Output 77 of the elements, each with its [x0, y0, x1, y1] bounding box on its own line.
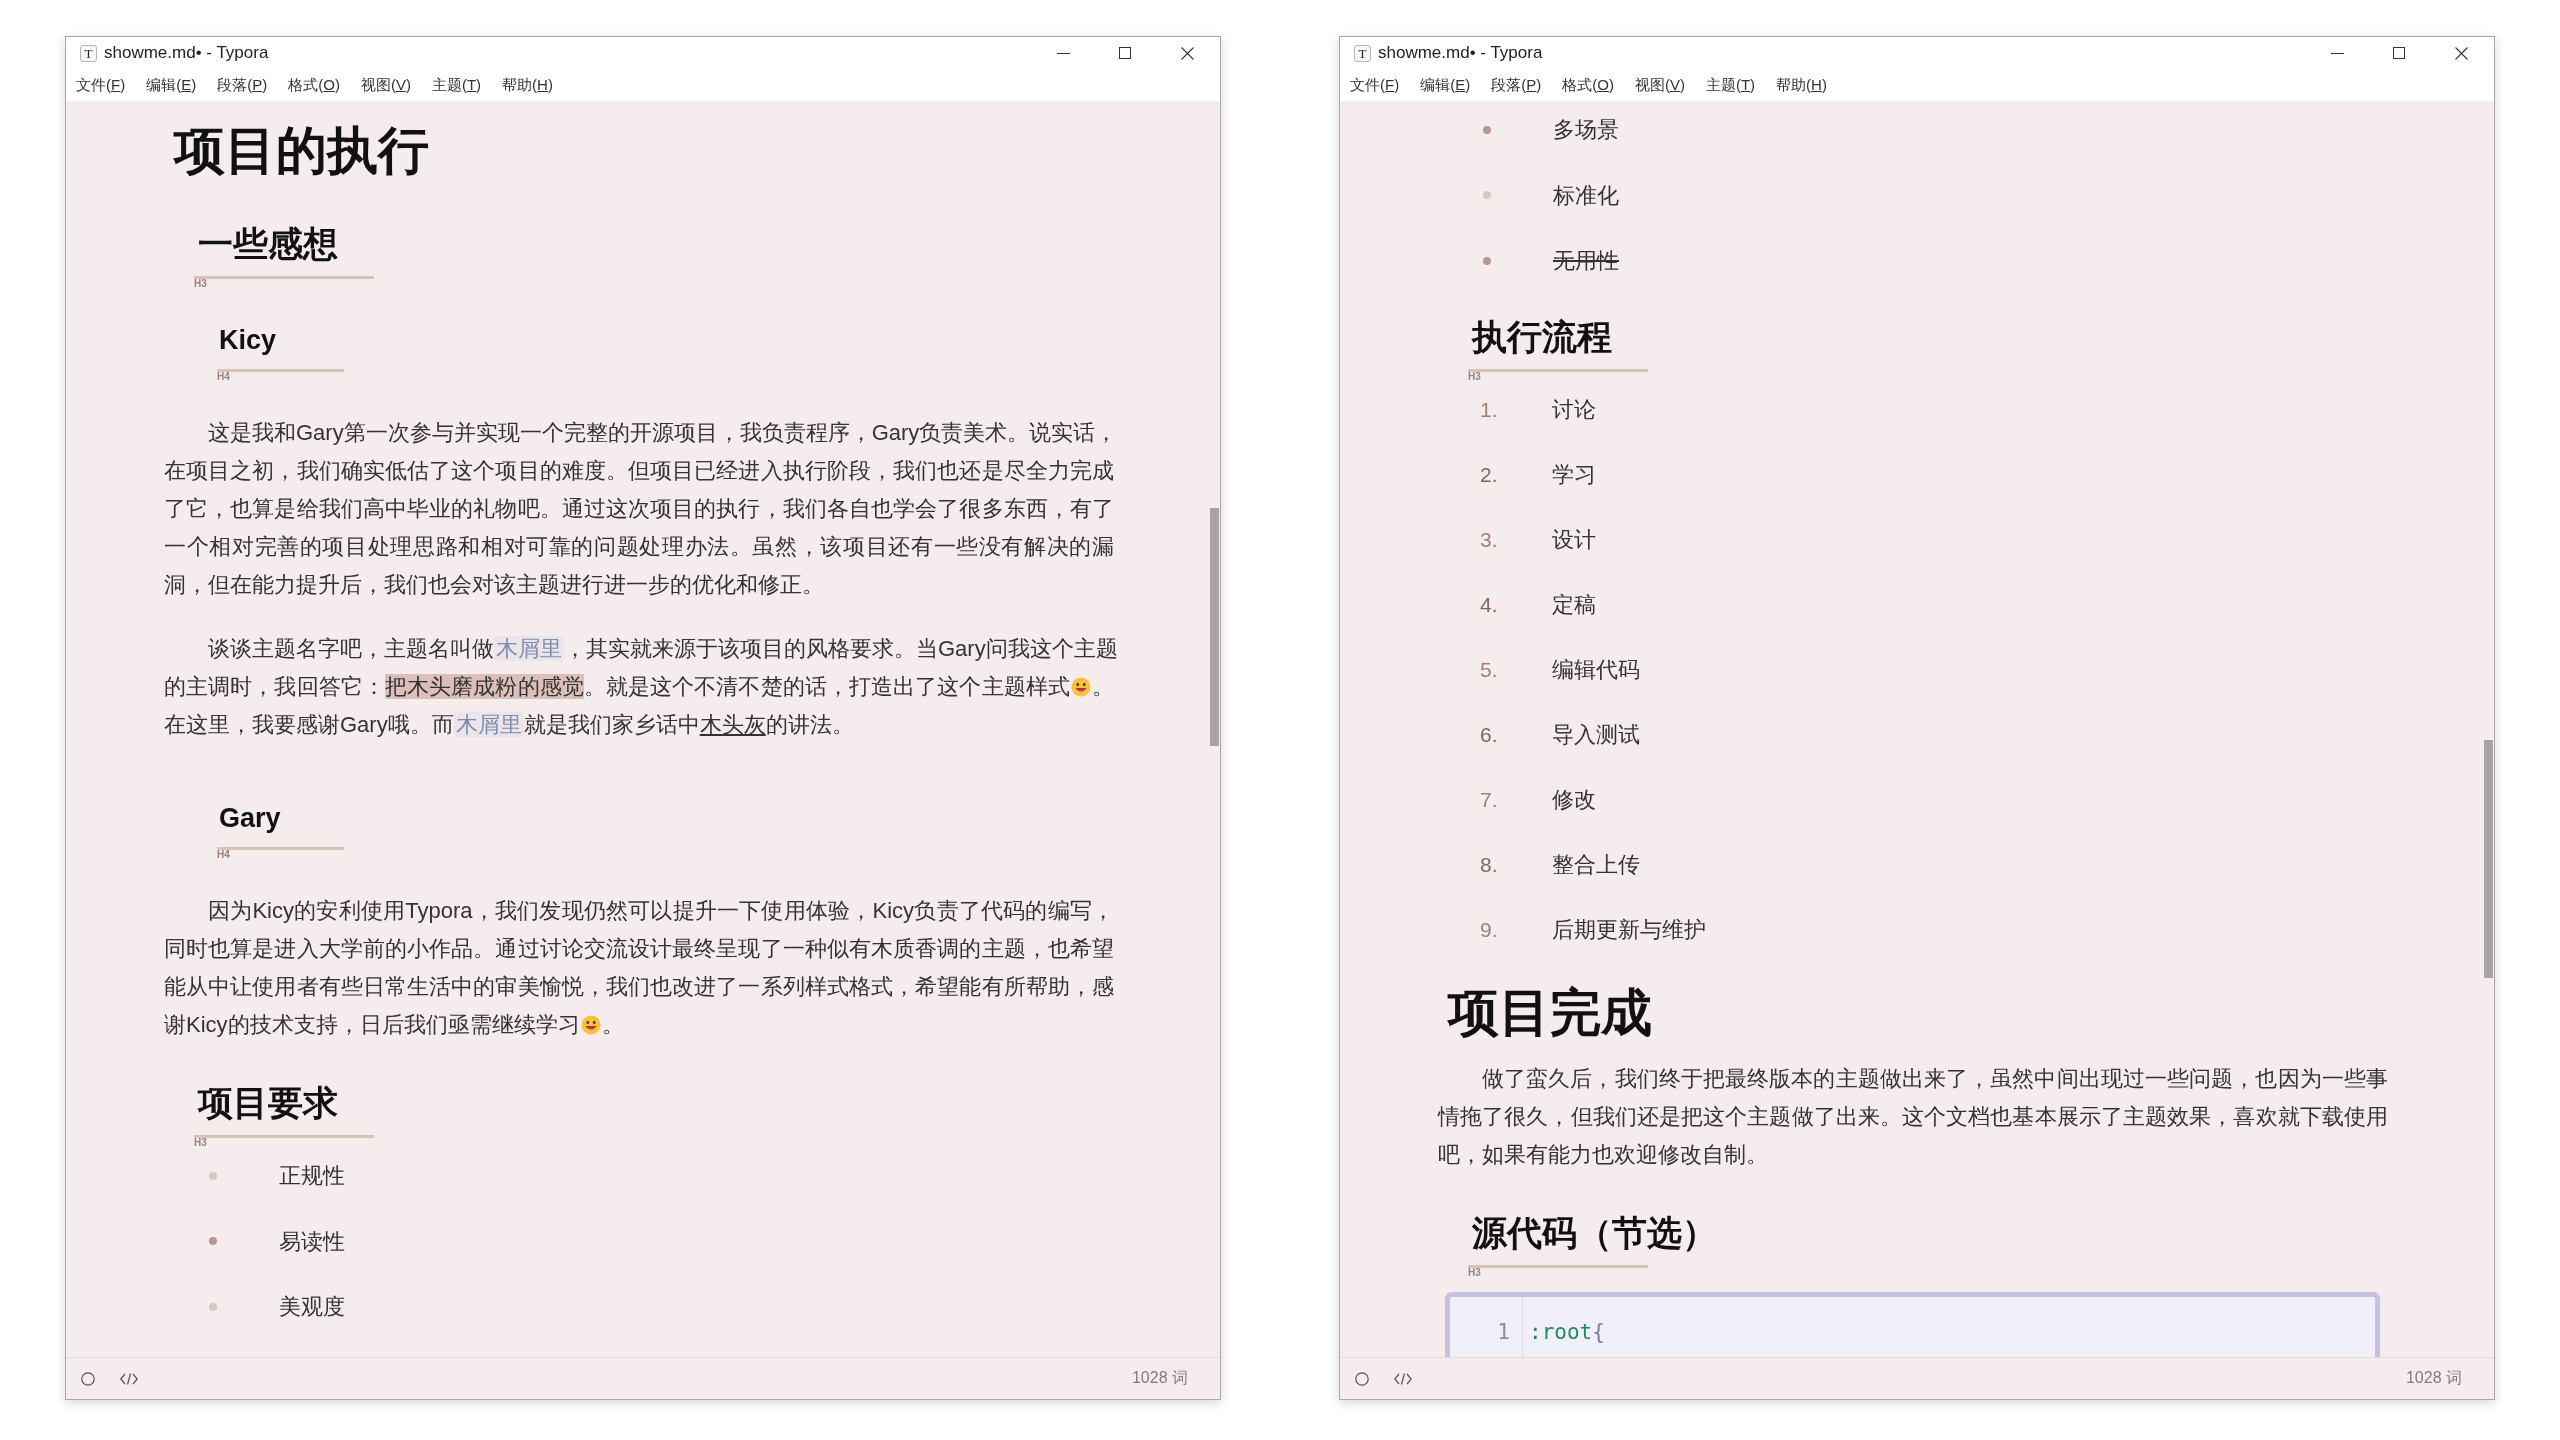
minimize-icon [1056, 52, 1070, 54]
list-item: 多场景 [1553, 116, 1619, 144]
menu-item[interactable]: 视图(V) [356, 74, 415, 96]
paragraph: 这是我和Gary第一次参与并实现一个完整的开源项目，我负责程序，Gary负责美术。说实话， 在项目之初，我们确实低估了这个项目的难度。但项目已经进入执行阶段，我们也还是尽全力完成 了它，也算是给我们高中毕业的礼物吧。通过这次项目的执行，我们各自也学会了很多东西，有了 一个相对完善的项目处理思路和相对可靠的问题处理办法。虽然，该项目还有一些没有解决的漏 洞，但在能力提升后，我们也会对该主题进行进一步的优化和修正。 [164, 419, 1114, 599]
circle-icon[interactable] [81, 1371, 95, 1386]
word-count: 1028 词 [1131, 1368, 1188, 1388]
window-title: showme.md• - Typora [1378, 43, 1543, 63]
menu-item[interactable]: 编辑(E) [1416, 74, 1475, 96]
menu-item[interactable]: 编辑(E) [142, 74, 201, 96]
list-number: 1. [1480, 397, 1498, 423]
heading: 项目完成 [1448, 983, 1652, 1043]
list-item: 无用性 [1553, 247, 1619, 275]
code-icon[interactable] [1394, 1372, 1412, 1385]
list-number: 9. [1480, 917, 1498, 943]
heading-level-label: H3 [194, 1138, 207, 1148]
heading-level-label: H4 [217, 850, 230, 860]
heading: 项目要求 [196, 1082, 338, 1124]
paragraph: 做了蛮久后，我们终于把最终版本的主题做出来了，虽然中间出现过一些问题，也因为一些事 情拖了很久，但我们还是把这个主题做了出来。这个文档也基本展示了主题效果，喜欢就下载使用 吧，如果有能力也欢迎修改自制。 [1438, 1065, 2388, 1169]
close-icon [1180, 46, 1194, 60]
list-item: 学习 [1552, 461, 1596, 489]
list-item: 定稿 [1552, 591, 1596, 619]
list-item: 正规性 [279, 1162, 345, 1190]
heading: 执行流程 [1470, 316, 1612, 358]
code-line: :root{ [1529, 1319, 1605, 1346]
menu-item[interactable]: 主题(T) [1701, 74, 1760, 96]
heading-level-label: H3 [1468, 372, 1481, 382]
list-item: 易读性 [279, 1227, 345, 1256]
list-number: 8. [1480, 852, 1498, 878]
scrollbar-thumb[interactable] [2484, 740, 2493, 978]
heading: 项目的执行 [174, 121, 429, 181]
list-item: 设计 [1552, 526, 1596, 554]
app-icon: T [1354, 44, 1371, 62]
list-number: 4. [1480, 592, 1498, 618]
menu-item[interactable]: 文件(F) [72, 74, 130, 96]
list-item: 编辑代码 [1552, 656, 1640, 684]
list-number: 6. [1480, 722, 1498, 748]
list-item: 导入测试 [1552, 721, 1640, 749]
menu-item[interactable]: 帮助(H) [498, 74, 557, 96]
heading: Kicy [218, 324, 277, 357]
menu-item[interactable]: 视图(V) [1630, 74, 1689, 96]
list-number: 5. [1480, 657, 1498, 683]
list-number: 2. [1480, 462, 1498, 488]
menu-item[interactable]: 格式(O) [284, 74, 344, 96]
menu-item[interactable]: 帮助(H) [1772, 74, 1831, 96]
menu-item[interactable]: 主题(T) [427, 74, 486, 96]
heading: 源代码（节选） [1471, 1212, 1717, 1254]
paragraph: 因为Kicy的安利使用Typora，我们发现仍然可以提升一下使用体验，Kicy负责了代码的编写， 同时也算是进入大学前的小作品。通过讨论交流设计最终呈现了一种似有木质香调的主题，也希望 能从中让使用者有些日常生活中的审美愉悦，我们也改进了一系列样式格式，希望能有所帮助，感 谢Kicy的技术支持，日后我们亟需继续学习 。 [164, 897, 1114, 1039]
app-icon: T [80, 44, 97, 62]
smiley-face-icon [580, 1015, 601, 1035]
list-item: 美观度 [279, 1293, 345, 1321]
maximize-icon [1119, 47, 1131, 59]
word-count: 1028 词 [2405, 1368, 2462, 1388]
list-item: 修改 [1552, 786, 1596, 814]
list-number: 7. [1480, 787, 1498, 813]
heading-level-label: H3 [1468, 1268, 1481, 1278]
heading: 一些感想 [197, 223, 338, 265]
menu-item[interactable]: 段落(P) [213, 74, 272, 96]
maximize-icon [2393, 47, 2405, 59]
line-number: 1 [1497, 1319, 1510, 1346]
heading-level-label: H3 [194, 279, 207, 289]
list-item: 讨论 [1552, 396, 1596, 424]
list-item: 后期更新与维护 [1552, 916, 1706, 944]
list-item: 整合上传 [1552, 851, 1640, 879]
scrollbar-thumb[interactable] [1210, 508, 1219, 746]
heading-level-label: H4 [217, 372, 230, 382]
close-icon [2454, 46, 2468, 60]
window-title: showme.md• - Typora [104, 43, 269, 63]
menu-item[interactable]: 文件(F) [1346, 74, 1404, 96]
list-number: 3. [1480, 527, 1498, 553]
menu-item[interactable]: 格式(O) [1558, 74, 1618, 96]
menu-item[interactable]: 段落(P) [1487, 74, 1546, 96]
heading: Gary [218, 802, 281, 835]
circle-icon[interactable] [1355, 1371, 1369, 1386]
list-item: 标准化 [1553, 181, 1619, 210]
minimize-icon [2330, 52, 2344, 54]
smiley-face-icon [1070, 677, 1091, 697]
code-icon[interactable] [120, 1372, 138, 1385]
